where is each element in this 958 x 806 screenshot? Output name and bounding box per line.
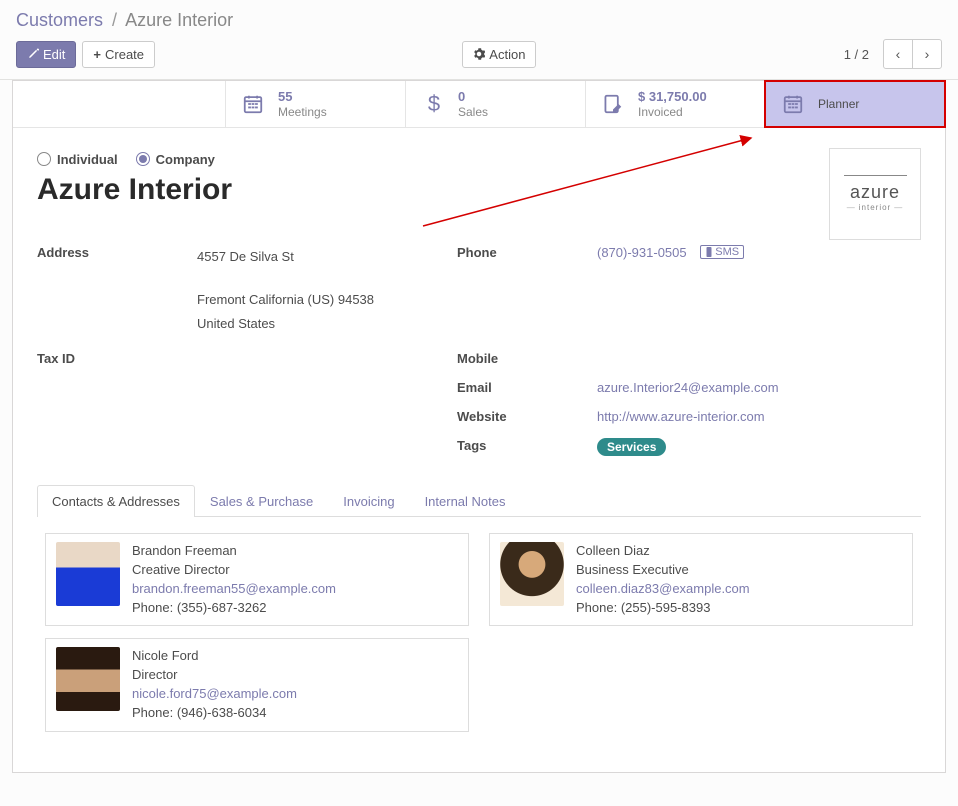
address-country: United States <box>197 312 457 337</box>
radio-icon <box>37 152 51 166</box>
contact-card[interactable]: Nicole Ford Director nicole.ford75@examp… <box>45 638 469 731</box>
stat-planner[interactable]: Planner <box>765 81 945 127</box>
contact-card[interactable]: Colleen Diaz Business Executive colleen.… <box>489 533 913 626</box>
radio-icon <box>136 152 150 166</box>
value-email[interactable]: azure.Interior24@example.com <box>597 380 779 395</box>
breadcrumb-parent[interactable]: Customers <box>16 10 103 30</box>
stat-meetings-label: Meetings <box>278 105 327 119</box>
contact-title: Business Executive <box>576 561 750 580</box>
contact-phone: Phone: (355)-687-3262 <box>132 599 336 618</box>
avatar <box>56 647 120 711</box>
breadcrumb-current: Azure Interior <box>125 10 233 30</box>
label-tax-id: Tax ID <box>37 351 197 366</box>
radio-individual[interactable]: Individual <box>37 152 118 167</box>
tab-sales-purchase[interactable]: Sales & Purchase <box>195 485 328 517</box>
contact-phone: Phone: (255)-595-8393 <box>576 599 750 618</box>
mobile-icon <box>705 247 713 257</box>
avatar <box>56 542 120 606</box>
value-tags: Services <box>597 438 921 456</box>
stat-planner-label: Planner <box>818 97 859 111</box>
edit-document-icon <box>602 93 626 115</box>
label-phone: Phone <box>457 245 597 260</box>
create-button[interactable]: + Create <box>82 41 155 68</box>
label-website: Website <box>457 409 597 424</box>
contact-email: brandon.freeman55@example.com <box>132 580 336 599</box>
label-email: Email <box>457 380 597 395</box>
stat-invoiced-value: $ 31,750.00 <box>638 89 707 105</box>
plus-icon: + <box>93 47 101 62</box>
record-name: Azure Interior <box>37 173 921 207</box>
value-phone-row: (870)-931-0505 SMS <box>597 245 921 260</box>
stat-invoiced-label: Invoiced <box>638 105 707 119</box>
address-city-line: Fremont California (US) 94538 <box>197 288 457 313</box>
address-street: 4557 De Silva St <box>197 245 457 270</box>
value-address: 4557 De Silva St Fremont California (US)… <box>197 245 457 337</box>
edit-button[interactable]: Edit <box>16 41 76 68</box>
contact-name: Colleen Diaz <box>576 542 750 561</box>
breadcrumb-separator: / <box>112 10 117 30</box>
contacts-grid: Brandon Freeman Creative Director brando… <box>37 517 921 756</box>
stat-invoiced[interactable]: $ 31,750.00 Invoiced <box>585 81 765 127</box>
gear-icon <box>473 48 485 60</box>
dollar-icon: $ <box>422 91 446 117</box>
stat-sales[interactable]: $ 0 Sales <box>405 81 585 127</box>
contact-email: nicole.ford75@example.com <box>132 685 297 704</box>
stat-sales-label: Sales <box>458 105 488 119</box>
contact-name: Nicole Ford <box>132 647 297 666</box>
stat-sales-value: 0 <box>458 89 488 105</box>
stat-meetings[interactable]: 55 Meetings <box>225 81 405 127</box>
toolbar: Edit + Create Action 1 / 2 ‹ › <box>0 35 958 80</box>
calendar-icon <box>782 93 806 115</box>
chevron-left-icon: ‹ <box>896 46 901 62</box>
tag-pill[interactable]: Services <box>597 438 666 456</box>
breadcrumb: Customers / Azure Interior <box>0 0 958 35</box>
action-button-label: Action <box>489 47 525 62</box>
value-website[interactable]: http://www.azure-interior.com <box>597 409 765 424</box>
label-mobile: Mobile <box>457 351 597 366</box>
value-phone[interactable]: (870)-931-0505 <box>597 245 687 260</box>
partner-type-radio-group: Individual Company <box>37 152 921 167</box>
logo-brand: azure <box>850 182 900 203</box>
company-logo: azure interior <box>829 148 921 240</box>
radio-individual-label: Individual <box>57 152 118 167</box>
create-button-label: Create <box>105 47 144 62</box>
contact-phone: Phone: (946)-638-6034 <box>132 704 297 723</box>
field-grid: Address 4557 De Silva St Fremont Califor… <box>37 245 921 456</box>
tabs: Contacts & Addresses Sales & Purchase In… <box>37 484 921 517</box>
stat-bar: 55 Meetings $ 0 Sales $ 31,750.00 Invoic… <box>13 81 945 128</box>
sms-label: SMS <box>715 246 739 258</box>
edit-button-label: Edit <box>43 47 65 62</box>
contact-title: Director <box>132 666 297 685</box>
tab-invoicing[interactable]: Invoicing <box>328 485 409 517</box>
form-sheet: 55 Meetings $ 0 Sales $ 31,750.00 Invoic… <box>12 80 946 773</box>
tab-internal-notes[interactable]: Internal Notes <box>410 485 521 517</box>
contact-name: Brandon Freeman <box>132 542 336 561</box>
stat-meetings-value: 55 <box>278 89 327 105</box>
contact-title: Creative Director <box>132 561 336 580</box>
label-tags: Tags <box>457 438 597 453</box>
avatar <box>500 542 564 606</box>
sms-button[interactable]: SMS <box>700 245 744 259</box>
pencil-icon <box>27 48 39 60</box>
action-button[interactable]: Action <box>462 41 536 68</box>
pager-next-button[interactable]: › <box>912 39 942 69</box>
pager-prev-button[interactable]: ‹ <box>883 39 913 69</box>
label-address: Address <box>37 245 197 260</box>
calendar-icon <box>242 93 266 115</box>
contact-email: colleen.diaz83@example.com <box>576 580 750 599</box>
chevron-right-icon: › <box>925 46 930 62</box>
contact-card[interactable]: Brandon Freeman Creative Director brando… <box>45 533 469 626</box>
radio-company[interactable]: Company <box>136 152 215 167</box>
logo-sub: interior <box>844 203 906 212</box>
pager-text: 1 / 2 <box>844 47 869 62</box>
tab-contacts[interactable]: Contacts & Addresses <box>37 485 195 517</box>
radio-company-label: Company <box>156 152 215 167</box>
